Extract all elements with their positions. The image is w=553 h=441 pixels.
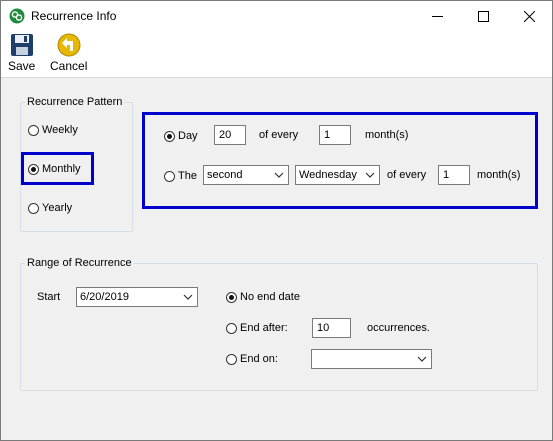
start-date-picker[interactable]: 6/20/2019 bbox=[76, 287, 198, 307]
cancel-icon bbox=[57, 33, 81, 57]
no-end-date-radio[interactable]: No end date bbox=[226, 291, 300, 303]
end-on-label: End on: bbox=[240, 353, 278, 365]
close-icon bbox=[523, 10, 535, 22]
day-label: Day bbox=[178, 130, 198, 142]
occurrences-label: occurrences. bbox=[367, 322, 430, 334]
cancel-label: Cancel bbox=[50, 59, 88, 73]
the-label: The bbox=[178, 170, 197, 182]
end-after-radio-circle bbox=[226, 322, 237, 334]
cancel-button[interactable]: Cancel bbox=[50, 33, 87, 73]
weekly-radio[interactable]: Weekly bbox=[28, 124, 78, 136]
maximize-button[interactable] bbox=[460, 1, 506, 31]
end-on-radio-circle bbox=[226, 353, 237, 365]
every-months-input-2[interactable]: 1 bbox=[438, 165, 470, 185]
save-button[interactable]: Save bbox=[8, 33, 35, 73]
occurrences-input[interactable]: 10 bbox=[312, 318, 351, 338]
end-after-radio[interactable]: End after: bbox=[226, 322, 288, 334]
of-every-label-2: of every bbox=[387, 169, 427, 181]
monthly-highlight bbox=[21, 152, 94, 185]
yearly-radio[interactable]: Yearly bbox=[28, 202, 72, 214]
toolbar: Save Cancel bbox=[1, 31, 552, 78]
recurrence-info-window: Recurrence Info Save Cancel Recurrence P… bbox=[0, 0, 553, 441]
weekly-radio-circle bbox=[28, 124, 39, 136]
end-on-date-picker[interactable] bbox=[311, 349, 432, 369]
start-date-value: 6/20/2019 bbox=[80, 291, 129, 303]
range-title: Range of Recurrence bbox=[25, 257, 134, 269]
minimize-button[interactable] bbox=[414, 1, 460, 31]
chevron-down-icon bbox=[274, 172, 284, 178]
day-input[interactable]: 20 bbox=[214, 125, 246, 145]
day-radio[interactable]: Day bbox=[164, 130, 198, 142]
months-label-1: month(s) bbox=[365, 129, 409, 141]
the-radio[interactable]: The bbox=[164, 170, 197, 182]
no-end-date-radio-circle bbox=[226, 291, 237, 303]
recurrence-pattern-title: Recurrence Pattern bbox=[25, 96, 125, 108]
app-icon bbox=[9, 8, 25, 24]
every-months-input-1[interactable]: 1 bbox=[319, 125, 351, 145]
end-after-label: End after: bbox=[240, 322, 288, 334]
weekday-value: Wednesday bbox=[299, 169, 357, 181]
weekly-label: Weekly bbox=[42, 124, 78, 136]
maximize-icon bbox=[477, 10, 489, 22]
window-title: Recurrence Info bbox=[31, 9, 117, 23]
yearly-label: Yearly bbox=[42, 202, 73, 214]
yearly-radio-circle bbox=[28, 202, 39, 214]
end-on-radio[interactable]: End on: bbox=[226, 353, 278, 365]
save-label: Save bbox=[8, 59, 36, 73]
ordinal-select[interactable]: second bbox=[203, 165, 289, 185]
chevron-down-icon bbox=[365, 172, 375, 178]
the-radio-circle bbox=[164, 170, 175, 182]
chevron-down-icon bbox=[417, 356, 427, 362]
no-end-date-label: No end date bbox=[240, 291, 300, 303]
months-label-2: month(s) bbox=[477, 169, 521, 181]
start-label: Start bbox=[37, 291, 61, 303]
minimize-icon bbox=[431, 15, 443, 17]
close-button[interactable] bbox=[506, 1, 552, 31]
weekday-select[interactable]: Wednesday bbox=[295, 165, 380, 185]
of-every-label-1: of every bbox=[259, 129, 299, 141]
save-icon bbox=[10, 34, 33, 56]
title-bar: Recurrence Info bbox=[1, 1, 552, 31]
chevron-down-icon bbox=[183, 294, 193, 300]
ordinal-value: second bbox=[207, 169, 243, 181]
day-radio-circle bbox=[164, 130, 175, 142]
